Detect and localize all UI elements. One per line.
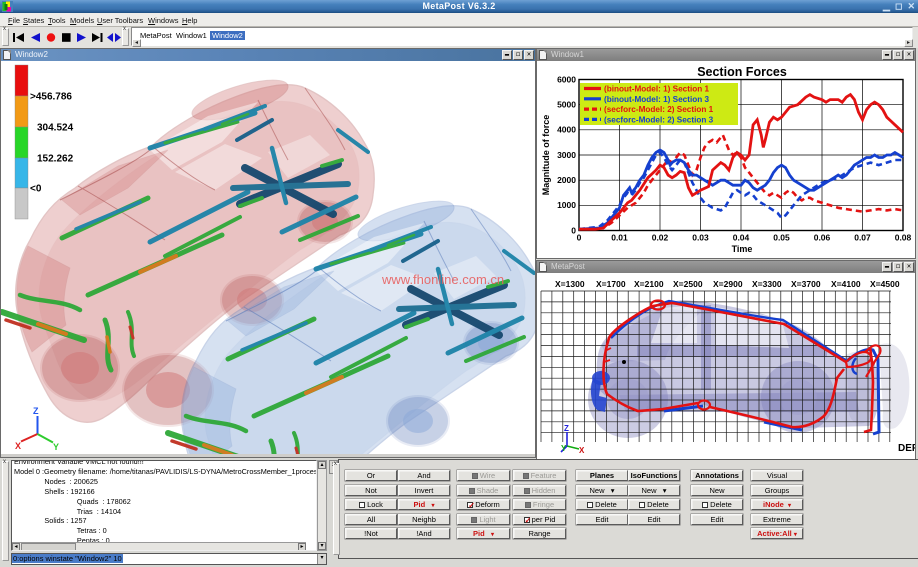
svg-text:X=1300: X=1300 xyxy=(555,279,585,289)
svg-text:4000: 4000 xyxy=(557,125,576,135)
svg-text:5000: 5000 xyxy=(557,100,576,110)
svg-text:Y: Y xyxy=(53,442,59,452)
svg-text:Z: Z xyxy=(564,424,569,433)
svg-text:X=2500: X=2500 xyxy=(673,279,703,289)
svg-text:X=4500: X=4500 xyxy=(870,279,900,289)
svg-text:X=1700: X=1700 xyxy=(596,279,626,289)
svg-text:304.524: 304.524 xyxy=(37,123,74,134)
svg-text:0: 0 xyxy=(571,225,576,235)
svg-text:0.01: 0.01 xyxy=(611,233,628,243)
svg-text:Time: Time xyxy=(732,244,753,254)
svg-text:2000: 2000 xyxy=(557,175,576,185)
svg-text:0.02: 0.02 xyxy=(652,233,669,243)
svg-text:0.06: 0.06 xyxy=(814,233,831,243)
svg-text:(secforc-Model: 2) Section 1: (secforc-Model: 2) Section 1 xyxy=(604,105,714,114)
svg-text:>456.786: >456.786 xyxy=(30,92,72,103)
svg-text:www.fhonline.com.cn: www.fhonline.com.cn xyxy=(381,272,504,287)
svg-text:X=2900: X=2900 xyxy=(713,279,743,289)
svg-text:(binout-Model: 1) Section 3: (binout-Model: 1) Section 3 xyxy=(604,95,710,104)
svg-text:152.262: 152.262 xyxy=(37,154,74,165)
svg-text:0.04: 0.04 xyxy=(733,233,750,243)
svg-text:6000: 6000 xyxy=(557,74,576,84)
svg-text:<0: <0 xyxy=(30,184,42,195)
svg-text:X: X xyxy=(15,441,21,451)
svg-text:0.07: 0.07 xyxy=(854,233,871,243)
svg-text:(secforc-Model: 2) Section 3: (secforc-Model: 2) Section 3 xyxy=(604,115,714,124)
svg-text:Y: Y xyxy=(561,444,567,453)
svg-text:3000: 3000 xyxy=(557,150,576,160)
svg-text:0: 0 xyxy=(577,233,582,243)
svg-text:X=4100: X=4100 xyxy=(831,279,861,289)
svg-text:Magnitude of force: Magnitude of force xyxy=(541,115,551,196)
svg-text:DEF: DEF xyxy=(898,443,915,454)
svg-text:Z: Z xyxy=(33,406,39,416)
svg-text:(binout-Model: 1) Section 1: (binout-Model: 1) Section 1 xyxy=(604,85,710,94)
svg-text:0.08: 0.08 xyxy=(895,233,912,243)
svg-text:1000: 1000 xyxy=(557,200,576,210)
svg-text:X: X xyxy=(579,446,585,455)
svg-text:0.03: 0.03 xyxy=(692,233,709,243)
svg-text:X=2100: X=2100 xyxy=(634,279,664,289)
svg-text:Section Forces: Section Forces xyxy=(697,65,787,79)
svg-text:X=3700: X=3700 xyxy=(791,279,821,289)
svg-text:0.05: 0.05 xyxy=(773,233,790,243)
svg-text:X=3300: X=3300 xyxy=(752,279,782,289)
